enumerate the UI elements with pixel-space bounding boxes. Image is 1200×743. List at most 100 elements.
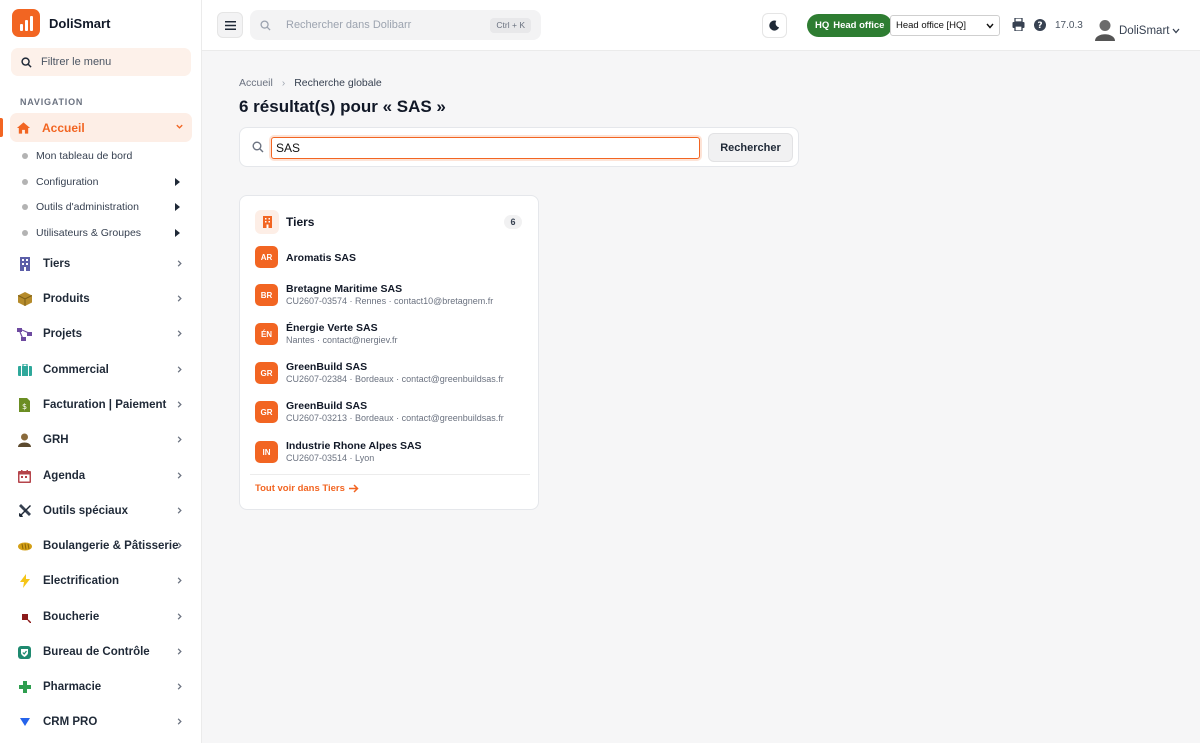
sidebar-item-label: Produits: [43, 293, 90, 305]
app-name: DoliSmart: [49, 15, 111, 31]
result-item-name: Bretagne Maritime SAS: [286, 283, 403, 295]
company-initials-avatar: GR: [255, 362, 278, 384]
chevron-right-icon: [177, 401, 182, 408]
result-item-meta: Nantes · contact@nergiev.fr: [286, 335, 398, 345]
result-item[interactable]: GR GreenBuild SAS CU2607-02384 · Bordeau…: [255, 361, 525, 396]
chevron-down-icon: [986, 23, 994, 29]
search-query-input[interactable]: [271, 137, 700, 159]
briefcase-icon: [17, 363, 32, 378]
sidebar-item-label: Outils spéciaux: [43, 505, 129, 517]
results-count-badge: 6: [504, 215, 522, 229]
sidebar-item-facturation[interactable]: $ Facturation | Paiement: [10, 391, 192, 419]
sidebar-item-label: Boucherie: [43, 611, 100, 623]
arrow-right-icon: [348, 484, 359, 493]
sidebar-item-tiers[interactable]: Tiers: [10, 250, 192, 278]
sidebar-item-label: CRM PRO: [43, 716, 98, 728]
result-item-name: Industrie Rhone Alpes SAS: [286, 440, 422, 452]
entity-select-value: Head office [HQ]: [896, 20, 967, 31]
sidebar-item-label: Commercial: [43, 364, 109, 376]
building-icon: [255, 210, 279, 234]
sidebar-subitem-admin-tools[interactable]: Outils d'administration: [22, 197, 192, 217]
pharmacy-cross-icon: [17, 680, 32, 695]
sidebar-subitem-label: Configuration: [36, 176, 99, 188]
page-title: 6 résultat(s) pour « SAS »: [239, 97, 446, 116]
sidebar-item-bureau-controle[interactable]: Bureau de Contrôle: [10, 638, 192, 666]
search-card: Rechercher: [239, 127, 799, 167]
sidebar-item-label: Accueil: [42, 120, 85, 135]
user-name[interactable]: DoliSmart: [1119, 25, 1169, 37]
chevron-right-icon: [177, 542, 182, 549]
company-initials-avatar: ÉN: [255, 323, 278, 345]
menu-toggle-button[interactable]: [217, 12, 243, 38]
sidebar-item-label: Boulangerie & Pâtisserie: [43, 540, 179, 552]
result-item[interactable]: ÉN Énergie Verte SAS Nantes · contact@ne…: [255, 322, 525, 357]
breadcrumb-home[interactable]: Accueil: [239, 77, 273, 89]
sidebar-item-boulangerie[interactable]: Boulangerie & Pâtisserie: [10, 532, 192, 560]
result-item-meta: CU2607-03514 · Lyon: [286, 453, 375, 463]
result-item[interactable]: GR GreenBuild SAS CU2607-03213 · Bordeau…: [255, 400, 525, 435]
chevron-right-icon: [177, 260, 182, 267]
sidebar-item-commercial[interactable]: Commercial: [10, 356, 192, 384]
see-all-label: Tout voir dans Tiers: [255, 483, 345, 494]
result-item[interactable]: IN Industrie Rhone Alpes SAS CU2607-0351…: [255, 440, 525, 475]
sidebar-subitem-dashboard[interactable]: Mon tableau de bord: [22, 146, 192, 166]
sidebar-item-pharmacie[interactable]: Pharmacie: [10, 673, 192, 701]
search-submit-button[interactable]: Rechercher: [708, 133, 793, 162]
bread-icon: [17, 539, 32, 554]
chevron-right-icon: [177, 472, 182, 479]
sidebar-item-grh[interactable]: GRH: [10, 426, 192, 454]
chevron-right-icon: [177, 330, 182, 337]
sidebar-item-crm-pro[interactable]: CRM PRO: [10, 708, 192, 736]
menu-filter-input[interactable]: Filtrer le menu: [11, 48, 191, 76]
calendar-icon: [17, 469, 32, 484]
sidebar-subitem-label: Utilisateurs & Groupes: [36, 227, 142, 239]
chevron-right-icon: [177, 295, 182, 302]
see-all-tiers-link[interactable]: Tout voir dans Tiers: [255, 483, 359, 494]
sidebar-subitem-label: Outils d'administration: [36, 201, 139, 213]
active-indicator: [0, 118, 3, 137]
sidebar-item-produits[interactable]: Produits: [10, 285, 192, 313]
results-card-tiers: Tiers 6 AR Aromatis SAS BR Bretagne Mari…: [239, 195, 539, 510]
svg-text:$: $: [22, 402, 27, 411]
search-shortcut-hint: Ctrl + K: [490, 18, 531, 33]
dolismart-logo-icon: [12, 9, 40, 37]
sidebar-item-projets[interactable]: Projets: [10, 320, 192, 348]
sidebar-item-label: Pharmacie: [43, 681, 102, 693]
box-icon: [17, 292, 32, 307]
sidebar-item-electrification[interactable]: Electrification: [10, 567, 192, 595]
shield-check-icon: [17, 645, 32, 660]
dark-mode-toggle[interactable]: [762, 13, 787, 38]
divider: [250, 474, 530, 475]
breadcrumb-separator-icon: ›: [281, 77, 286, 89]
result-item[interactable]: BR Bretagne Maritime SAS CU2607-03574 · …: [255, 283, 525, 318]
entity-badge[interactable]: HQ Head office: [807, 14, 893, 37]
help-icon[interactable]: ?: [1034, 19, 1046, 31]
sidebar-item-outils-speciaux[interactable]: Outils spéciaux: [10, 497, 192, 525]
global-search-input[interactable]: Rechercher dans Dolibarr Ctrl + K: [250, 10, 541, 40]
svg-text:?: ?: [1037, 21, 1042, 31]
sidebar-item-label: Projets: [43, 328, 82, 340]
global-search-placeholder: Rechercher dans Dolibarr: [286, 19, 412, 31]
entity-select[interactable]: Head office [HQ]: [890, 15, 1000, 36]
hamburger-icon: [224, 20, 236, 30]
sidebar-item-agenda[interactable]: Agenda: [10, 462, 192, 490]
sidebar-item-accueil[interactable]: Accueil: [0, 113, 192, 142]
result-item-name: GreenBuild SAS: [286, 361, 368, 373]
result-item[interactable]: AR Aromatis SAS: [255, 246, 525, 280]
company-initials-avatar: GR: [255, 401, 278, 423]
sidebar-item-boucherie[interactable]: Boucherie: [10, 603, 192, 631]
breadcrumb-current: Recherche globale: [294, 77, 382, 89]
building-icon: [17, 257, 32, 272]
user-avatar-icon[interactable]: [1095, 19, 1115, 41]
print-icon[interactable]: [1012, 18, 1025, 31]
topbar: Rechercher dans Dolibarr Ctrl + K HQ Hea…: [202, 0, 1200, 51]
sidebar-subitem-configuration[interactable]: Configuration: [22, 172, 192, 192]
sidebar-subitem-users-groups[interactable]: Utilisateurs & Groupes: [22, 223, 192, 243]
company-initials-avatar: AR: [255, 246, 278, 268]
entity-badge-label: Head office: [833, 20, 885, 31]
search-icon: [260, 19, 271, 31]
chevron-down-icon[interactable]: [1172, 28, 1180, 34]
bullet-icon: [22, 179, 28, 185]
result-item-name: Énergie Verte SAS: [286, 322, 378, 334]
brand[interactable]: DoliSmart: [12, 9, 110, 37]
